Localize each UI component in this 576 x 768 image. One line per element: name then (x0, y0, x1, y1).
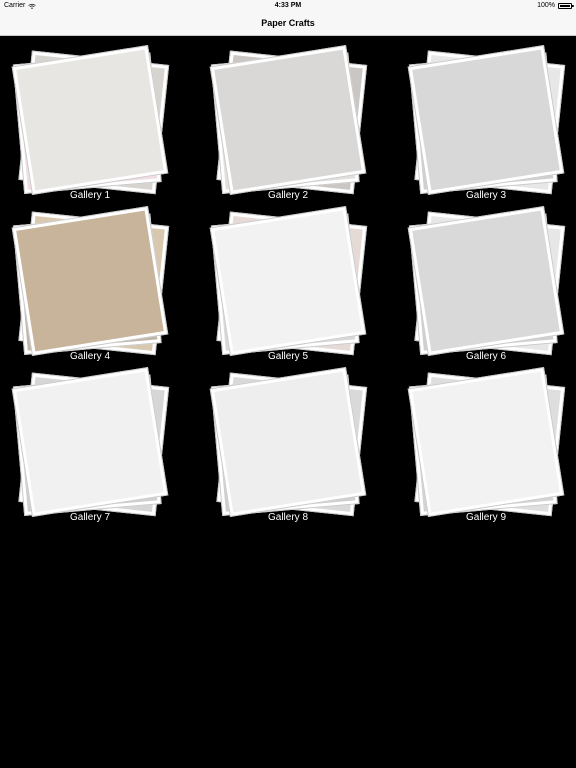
gallery-thumbnail-card (407, 206, 565, 356)
gallery-thumbnail-image (16, 49, 164, 191)
gallery-thumbnail-stack[interactable] (209, 367, 368, 517)
gallery-thumbnail-stack[interactable] (407, 45, 566, 195)
nav-bar: Paper Crafts (0, 12, 576, 36)
battery-percent: 100% (537, 2, 555, 9)
gallery-thumbnail-card (209, 45, 367, 195)
gallery-thumbnail-image (412, 371, 560, 513)
gallery-thumbnail-stack[interactable] (407, 206, 566, 356)
gallery-thumbnail-card (209, 206, 367, 356)
gallery-item[interactable]: Gallery 1 (0, 36, 180, 201)
gallery-thumbnail-stack[interactable] (11, 206, 170, 356)
gallery-item[interactable]: Gallery 2 (198, 36, 378, 201)
gallery-item[interactable]: Gallery 8 (198, 358, 378, 523)
gallery-thumbnail-card (11, 206, 169, 356)
gallery-item[interactable]: Gallery 3 (396, 36, 576, 201)
gallery-thumbnail-image (412, 49, 560, 191)
gallery-thumbnail-image (214, 210, 362, 352)
gallery-thumbnail-card (407, 45, 565, 195)
gallery-thumbnail-stack[interactable] (209, 45, 368, 195)
gallery-thumbnail-card (11, 367, 169, 517)
gallery-thumbnail-stack[interactable] (209, 206, 368, 356)
gallery-item[interactable]: Gallery 4 (0, 197, 180, 362)
gallery-thumbnail-image (412, 210, 560, 352)
gallery-thumbnail-card (407, 367, 565, 517)
gallery-thumbnail-image (16, 371, 164, 513)
status-bar: Carrier 4:33 PM 100% (0, 0, 576, 12)
gallery-thumbnail-card (11, 45, 169, 195)
battery-icon (558, 3, 574, 9)
gallery-thumbnail-image (214, 49, 362, 191)
status-time: 4:33 PM (274, 2, 302, 9)
gallery-thumbnail-stack[interactable] (407, 367, 566, 517)
gallery-item[interactable]: Gallery 7 (0, 358, 180, 523)
gallery-item[interactable]: Gallery 9 (396, 358, 576, 523)
gallery-item[interactable]: Gallery 6 (396, 197, 576, 362)
gallery-thumbnail-stack[interactable] (11, 45, 170, 195)
gallery-thumbnail-image (16, 210, 164, 352)
gallery-thumbnail-card (209, 367, 367, 517)
gallery-thumbnail-stack[interactable] (11, 367, 170, 517)
status-right: 100% (537, 0, 574, 12)
page-title: Paper Crafts (261, 18, 315, 28)
gallery-thumbnail-image (214, 371, 362, 513)
gallery-item[interactable]: Gallery 5 (198, 197, 378, 362)
